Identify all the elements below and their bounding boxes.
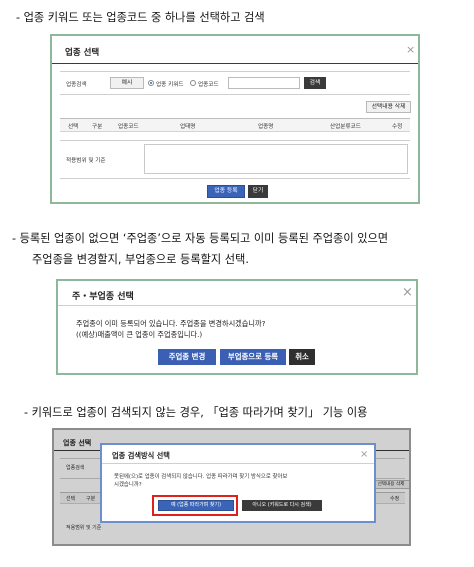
bullet-keyword-search: - 업종 키워드 또는 업종코드 중 하나를 선택하고 검색	[16, 11, 265, 24]
dialog-title: 주・부업종 선택	[72, 292, 134, 302]
main-sub-industry-panel: 주・부업종 선택 × 주업종이 이미 등록되어 있습니다. 주업종을 변경하시겠…	[56, 279, 418, 375]
dialog-title: 업종 선택	[65, 48, 100, 58]
industry-search-method-panel: 업종 선택 업종검색 선택내용 삭제 선택 구분 수정 적용범위 및 기준 업종…	[52, 428, 411, 546]
title-divider	[58, 305, 416, 306]
message-line-1: 주업종이 이미 등록되어 있습니다. 주업종을 변경하시겠습니까?	[76, 319, 266, 328]
close-button[interactable]: 닫기	[248, 185, 268, 198]
modal-title: 업종 검색방식 선택	[112, 451, 170, 460]
title-divider	[52, 63, 418, 64]
col-select: 선택	[68, 124, 79, 130]
search-row-top-line	[60, 71, 410, 72]
highlight-box	[152, 495, 238, 516]
close-icon[interactable]: ×	[402, 286, 413, 299]
col-gubun: 구분	[92, 124, 103, 130]
close-icon[interactable]: ×	[406, 44, 415, 55]
radio-keyword[interactable]	[148, 80, 154, 86]
bullet-browse-industry: - 키워드로 업종이 검색되지 않는 경우, 「업종 따라가며 찾기」 기능 이…	[24, 406, 368, 419]
cancel-button[interactable]: 취소	[289, 349, 315, 365]
bullet-main-industry: - 등록된 업종이 없으면 ‘주업종’으로 자동 등록되고 이미 등록된 주업종…	[12, 232, 389, 245]
radio-keyword-label: 업종 키워드	[156, 82, 184, 88]
change-main-button[interactable]: 주업종 변경	[158, 349, 216, 365]
modal-title-divider	[102, 463, 374, 464]
message-line-2: ((예상)매출액이 큰 업종이 주업종입니다.)	[76, 330, 203, 339]
col-business-type: 업태명	[180, 124, 196, 130]
register-button[interactable]: 업종 등록	[207, 185, 245, 198]
example-button[interactable]: 예시	[110, 77, 144, 89]
col-code: 업종코드	[118, 124, 139, 130]
bullet-main-industry-cont: 주업종을 변경할지, 부업종으로 등록할지 선택.	[32, 253, 249, 266]
scope-bottom-line	[60, 178, 410, 179]
table-header: 선택 구분 업종코드 업태명 업종명 산업분류코드 수정	[60, 118, 410, 132]
no-retry-button[interactable]: 아니오 (키워드로 다시 검색)	[242, 500, 322, 511]
search-input[interactable]	[228, 77, 300, 89]
search-row-bottom-line	[60, 94, 410, 95]
modal-message-line-2: 시겠습니까?	[114, 482, 142, 488]
search-method-modal: 업종 검색방식 선택 × 못된에(으)로 업종이 검색되지 않습니다. 업종 따…	[100, 443, 376, 523]
modal-message-line-1: 못된에(으)로 업종이 검색되지 않습니다. 업종 따라가며 찾기 방식으로 찾…	[114, 474, 288, 480]
delete-selected-button[interactable]: 선택내용 삭제	[366, 101, 411, 113]
table-empty-row	[60, 140, 410, 141]
close-icon[interactable]: ×	[360, 449, 368, 460]
search-label: 업종검색	[66, 82, 87, 88]
scope-textarea[interactable]	[144, 144, 408, 174]
col-classification-code: 산업분류코드	[330, 124, 361, 130]
col-industry-name: 업종명	[258, 124, 274, 130]
scope-label: 적용범위 및 기준	[66, 158, 106, 164]
col-edit: 수정	[392, 124, 403, 130]
radio-code-label: 업종코드	[198, 82, 219, 88]
industry-select-panel: 업종 선택 × 업종검색 예시 업종 키워드 업종코드 검색 선택내용 삭제 선…	[50, 34, 420, 204]
radio-code[interactable]	[190, 80, 196, 86]
register-sub-button[interactable]: 부업종으로 등록	[220, 349, 286, 365]
search-button[interactable]: 검색	[304, 77, 326, 89]
